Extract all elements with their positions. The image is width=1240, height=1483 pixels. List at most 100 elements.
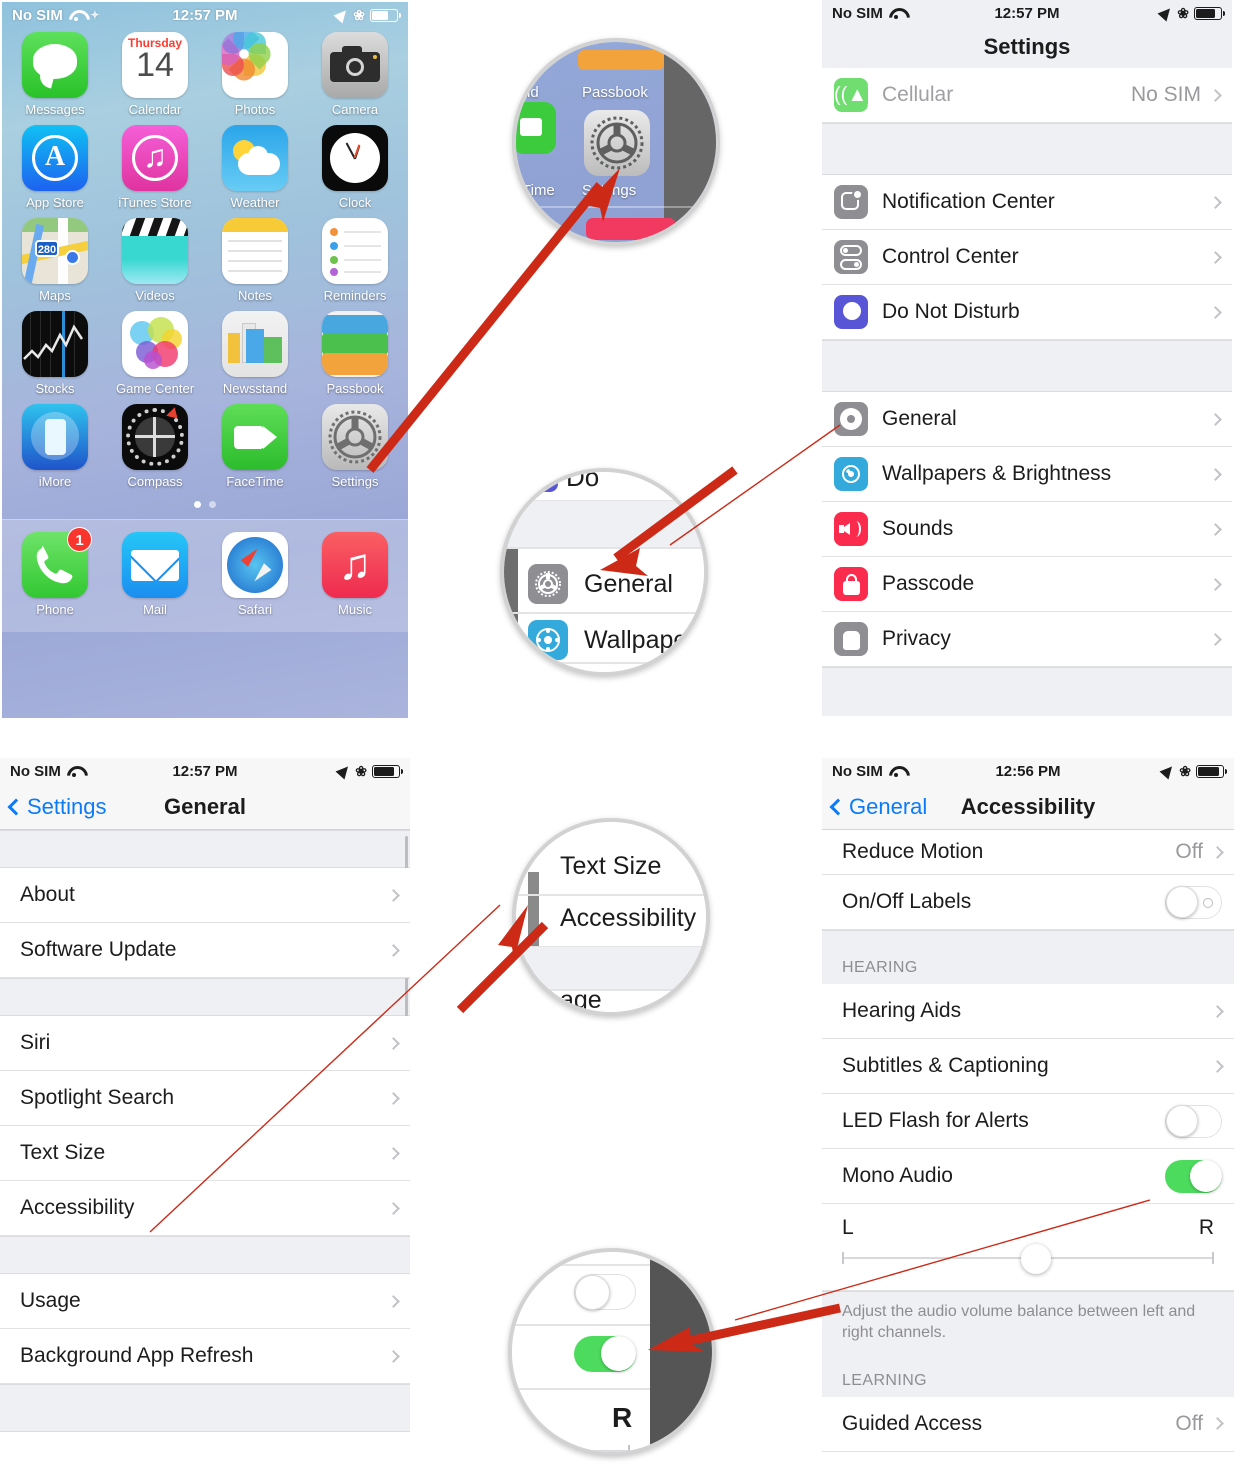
- calendar-icon: Thursday 14: [122, 32, 188, 98]
- settings-row-wallpapers[interactable]: Wallpapers & Brightness: [822, 447, 1232, 502]
- location-arrow-icon: [333, 6, 351, 24]
- app-messages[interactable]: Messages: [16, 32, 94, 117]
- app-reminders[interactable]: Reminders: [316, 218, 394, 303]
- settings-row-control-center[interactable]: Control Center: [822, 230, 1232, 285]
- balance-slider-thumb[interactable]: [1020, 1244, 1051, 1274]
- row-value: Off: [1175, 840, 1203, 863]
- app-videos[interactable]: Videos: [116, 218, 194, 303]
- app-newsstand[interactable]: Newsstand: [216, 311, 294, 396]
- balance-slider[interactable]: [842, 1244, 1214, 1274]
- row-label: Reduce Motion: [842, 840, 984, 863]
- accessibility-screen-panel: No SIM 12:56 PM ❀ General Accessibility …: [822, 758, 1234, 1483]
- chevron-right-icon: [387, 1201, 400, 1215]
- accessibility-row-guided-access[interactable]: Guided Access Off: [822, 1396, 1234, 1452]
- accessibility-row-hearing-aids[interactable]: Hearing Aids: [822, 984, 1234, 1039]
- page-dot[interactable]: [194, 501, 201, 508]
- accessibility-row-subtitles-captioning[interactable]: Subtitles & Captioning: [822, 1039, 1234, 1094]
- app-grid: Messages Thursday 14 Calendar Photos Cam…: [2, 28, 408, 489]
- app-label: Camera: [331, 102, 379, 117]
- on-off-labels-toggle[interactable]: [1165, 885, 1222, 919]
- audio-balance-control[interactable]: L R: [822, 1204, 1234, 1291]
- led-flash-toggle[interactable]: [574, 1274, 636, 1310]
- app-app-store[interactable]: A App Store: [16, 125, 94, 210]
- app-facetime[interactable]: FaceTime: [216, 404, 294, 489]
- general-gear-icon: [528, 564, 568, 604]
- app-calendar[interactable]: Thursday 14 Calendar: [116, 32, 194, 117]
- dock-app-music[interactable]: ♫ Music: [316, 532, 394, 617]
- callout-label: R: [612, 1402, 633, 1433]
- settings-row-notification-center[interactable]: Notification Center: [822, 175, 1232, 230]
- callout-label[interactable]: Text Size: [560, 852, 661, 881]
- callout-label[interactable]: Accessibility: [560, 904, 696, 933]
- app-settings[interactable]: Settings: [316, 404, 394, 489]
- general-row-spotlight-search[interactable]: Spotlight Search: [0, 1071, 410, 1126]
- videos-icon: [122, 218, 188, 284]
- app-game-center[interactable]: Game Center: [116, 311, 194, 396]
- dock-app-phone[interactable]: 1 Phone: [16, 527, 94, 617]
- mono-audio-toggle[interactable]: [574, 1336, 636, 1372]
- callout-label[interactable]: General: [584, 570, 673, 599]
- app-label: Maps: [39, 288, 71, 303]
- app-label: Settings: [331, 474, 379, 489]
- settings-row-sounds[interactable]: Sounds: [822, 502, 1232, 557]
- bluetooth-icon: ❀: [1179, 763, 1191, 779]
- general-list: About Software Update Siri Spotlight Sea…: [0, 830, 410, 1432]
- row-label: Text Size: [20, 1141, 106, 1164]
- app-stocks[interactable]: Stocks: [16, 311, 94, 396]
- accessibility-row-mono-audio[interactable]: Mono Audio: [822, 1149, 1234, 1204]
- general-row-usage[interactable]: Usage: [0, 1274, 410, 1329]
- accessibility-row-reduce-motion[interactable]: Reduce Motion Off: [822, 830, 1234, 875]
- chevron-right-icon: [1211, 1004, 1224, 1018]
- dock-app-safari[interactable]: Safari: [216, 532, 294, 617]
- settings-row-do-not-disturb[interactable]: Do Not Disturb: [822, 285, 1232, 340]
- page-dot[interactable]: [209, 501, 216, 508]
- itunes-store-icon: ♫: [122, 125, 188, 191]
- back-to-general-button[interactable]: General: [829, 794, 927, 820]
- general-row-software-update[interactable]: Software Update: [0, 923, 410, 978]
- notification-center-icon: [834, 185, 868, 219]
- battery-icon: [370, 8, 401, 22]
- accessibility-row-led-flash[interactable]: LED Flash for Alerts: [822, 1094, 1234, 1149]
- app-store-icon: A: [22, 125, 88, 191]
- back-to-settings-button[interactable]: Settings: [7, 794, 107, 820]
- photos-icon: [222, 32, 288, 98]
- general-row-text-size[interactable]: Text Size: [0, 1126, 410, 1181]
- bluetooth-icon: ❀: [1177, 5, 1189, 21]
- settings-row-cellular[interactable]: ((▲)) Cellular No SIM: [822, 68, 1232, 123]
- app-notes[interactable]: Notes: [216, 218, 294, 303]
- general-row-siri[interactable]: Siri: [0, 1016, 410, 1071]
- app-photos[interactable]: Photos: [216, 32, 294, 117]
- general-row-background-app-refresh[interactable]: Background App Refresh: [0, 1329, 410, 1384]
- settings-row-privacy[interactable]: Privacy: [822, 612, 1232, 667]
- maps-icon: 280: [22, 218, 88, 284]
- learning-section-header: LEARNING: [822, 1363, 1234, 1397]
- app-compass[interactable]: Compass: [116, 404, 194, 489]
- wallpapers-icon: [834, 457, 868, 491]
- app-clock[interactable]: Clock: [316, 125, 394, 210]
- led-flash-toggle[interactable]: [1165, 1104, 1222, 1138]
- callout-label[interactable]: Wallpape: [584, 626, 687, 655]
- settings-row-general[interactable]: General: [822, 392, 1232, 447]
- cellular-icon: ((▲)): [834, 78, 880, 112]
- app-camera[interactable]: Camera: [316, 32, 394, 117]
- dock-app-mail[interactable]: Mail: [116, 532, 194, 617]
- note-glyph: ♫: [143, 138, 167, 174]
- app-label: Game Center: [116, 381, 194, 396]
- clock-icon: [322, 125, 388, 191]
- app-maps[interactable]: 280 Maps: [16, 218, 94, 303]
- row-label: General: [882, 407, 957, 430]
- accessibility-row-on-off-labels[interactable]: On/Off Labels: [822, 875, 1234, 930]
- app-itunes-store[interactable]: ♫ iTunes Store: [116, 125, 194, 210]
- control-center-icon: [834, 240, 868, 274]
- battery-icon: [1194, 6, 1225, 20]
- app-passbook[interactable]: Passbook: [316, 311, 394, 396]
- settings-row-passcode[interactable]: Passcode: [822, 557, 1232, 612]
- app-row: 280 Maps Videos Notes Reminders: [16, 218, 394, 303]
- app-weather[interactable]: Weather: [216, 125, 294, 210]
- callout-label: Settings: [582, 182, 637, 199]
- general-row-about[interactable]: About: [0, 868, 410, 923]
- settings-gear-icon[interactable]: [584, 110, 650, 176]
- app-imore[interactable]: iMore: [16, 404, 94, 489]
- mono-audio-toggle[interactable]: [1165, 1159, 1222, 1193]
- general-row-accessibility[interactable]: Accessibility: [0, 1181, 410, 1236]
